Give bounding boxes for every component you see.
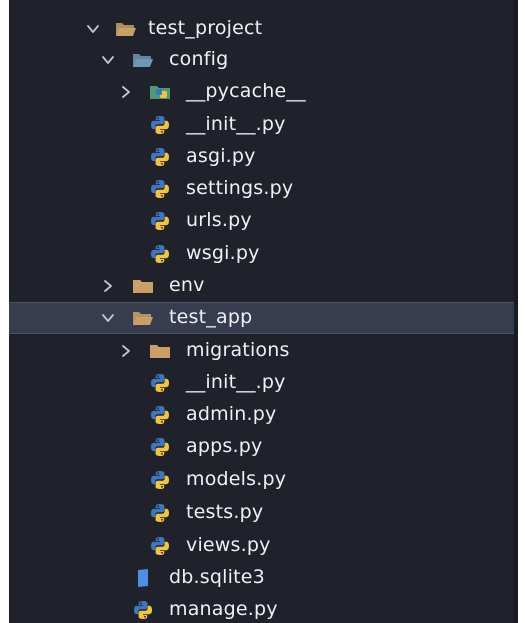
tree-item-label: manage.py (169, 598, 278, 620)
tree-item-label: config (169, 48, 229, 70)
python-file-icon (132, 600, 154, 620)
python-file-icon (149, 536, 171, 556)
tree-item-views-py[interactable]: views.py (9, 530, 518, 562)
folder-open-icon (115, 19, 137, 39)
tree-item-label: settings.py (186, 177, 294, 199)
tree-item-env[interactable]: env (9, 270, 518, 302)
folder-icon (132, 276, 154, 296)
tree-item-test-project[interactable]: test_project (9, 13, 518, 45)
tree-item-label: admin.py (186, 403, 277, 425)
tree-item-label: test_project (148, 17, 263, 39)
python-file-icon (149, 503, 171, 523)
tree-item-label: views.py (186, 534, 271, 556)
chevron-down-icon[interactable] (86, 22, 100, 36)
tree-item-manage-py[interactable]: manage.py (9, 594, 518, 623)
tree-item-label: wsgi.py (186, 242, 260, 264)
python-folder-icon (149, 82, 171, 102)
tree-item-label: models.py (186, 468, 287, 490)
tree-item-db-sqlite3[interactable]: db.sqlite3 (9, 562, 518, 594)
config-folder-icon (132, 50, 154, 70)
tree-item-label: __init__.py (186, 113, 286, 135)
tree-item-label: __init__.py (186, 371, 286, 393)
tree-item-urls-py[interactable]: urls.py (9, 205, 518, 237)
python-file-icon (149, 147, 171, 167)
tree-item-label: __pycache__ (186, 80, 306, 102)
tree-item-models-py[interactable]: models.py (9, 464, 518, 496)
tree-item-label: apps.py (186, 435, 263, 457)
tree-item-pycache[interactable]: __pycache__ (9, 76, 518, 108)
python-file-icon (149, 470, 171, 490)
tree-item-label: tests.py (186, 501, 264, 523)
chevron-down-icon[interactable] (101, 53, 115, 67)
file-explorer-panel: test_projectconfig __pycache__ __init__.py… (9, 0, 518, 623)
chevron-right-icon[interactable] (119, 85, 133, 99)
tree-item-label: asgi.py (186, 145, 256, 167)
tree-item-test-app[interactable]: test_app (9, 302, 518, 334)
tree-item-label: urls.py (186, 209, 252, 231)
tree-item-settings-py[interactable]: settings.py (9, 173, 518, 205)
chevron-right-icon[interactable] (119, 344, 133, 358)
python-file-icon (149, 437, 171, 457)
tree-item-init-py[interactable]: __init__.py (9, 367, 518, 399)
database-file-icon (132, 568, 154, 588)
chevron-down-icon[interactable] (101, 311, 115, 325)
tree-item-tests-py[interactable]: tests.py (9, 497, 518, 529)
python-file-icon (149, 179, 171, 199)
tree-item-label: env (169, 274, 205, 296)
folder-open-icon (132, 308, 154, 328)
tree-item-asgi-py[interactable]: asgi.py (9, 141, 518, 173)
tree-item-label: test_app (169, 306, 253, 328)
scrollbar-track[interactable] (514, 0, 518, 623)
tree-item-admin-py[interactable]: admin.py (9, 399, 518, 431)
tree-item-migrations[interactable]: migrations (9, 335, 518, 367)
tree-item-config[interactable]: config (9, 44, 518, 76)
python-file-icon (149, 115, 171, 135)
python-file-icon (149, 373, 171, 393)
python-file-icon (149, 211, 171, 231)
tree-item-apps-py[interactable]: apps.py (9, 431, 518, 463)
tree-item-wsgi-py[interactable]: wsgi.py (9, 238, 518, 270)
tree-item-label: db.sqlite3 (169, 566, 265, 588)
tree-item-label: migrations (186, 339, 290, 361)
tree-item-init-py[interactable]: __init__.py (9, 109, 518, 141)
chevron-right-icon[interactable] (101, 279, 115, 293)
python-file-icon (149, 405, 171, 425)
python-file-icon (149, 244, 171, 264)
folder-icon (149, 341, 171, 361)
